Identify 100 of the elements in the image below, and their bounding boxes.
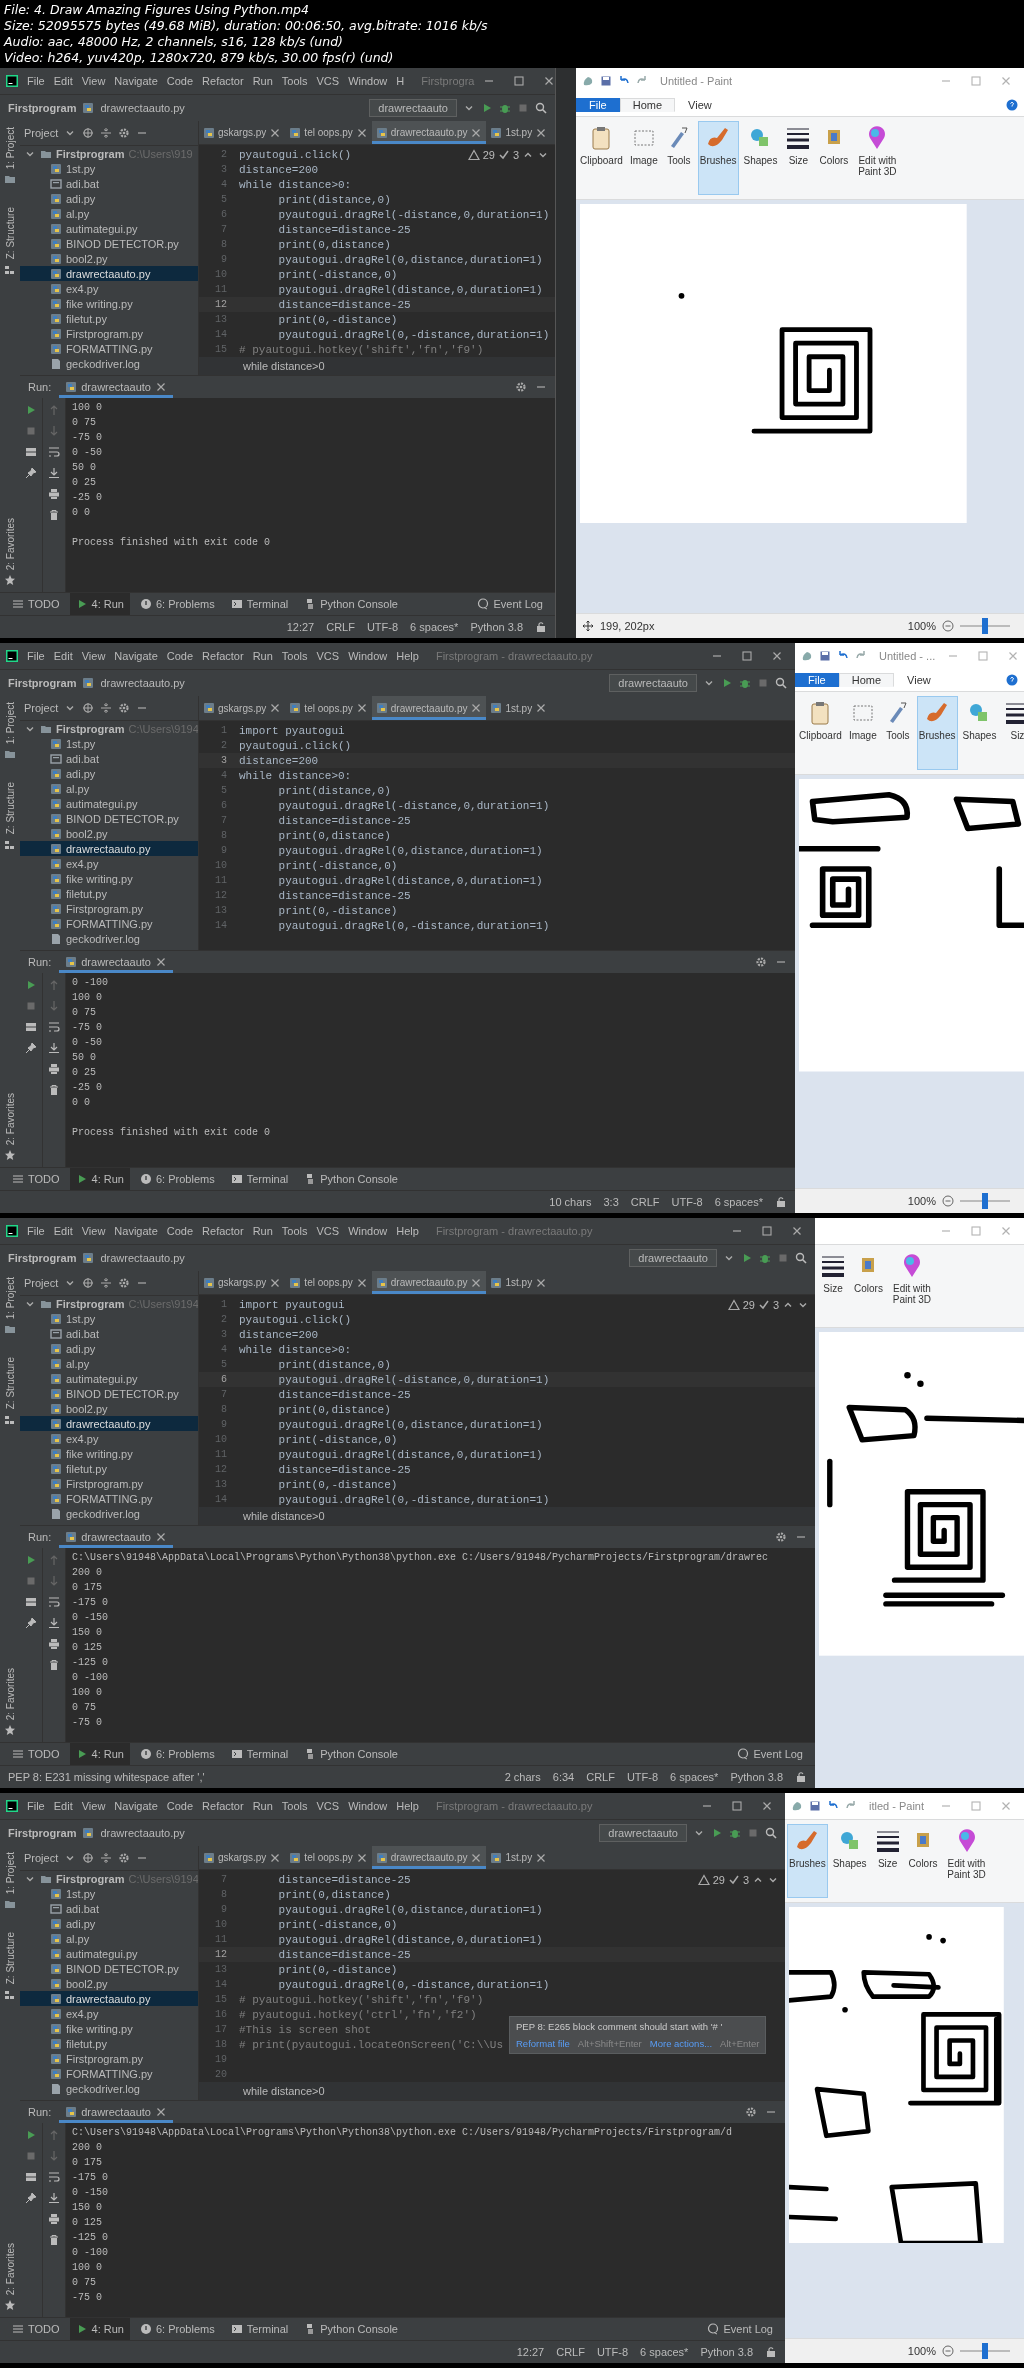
menu-item[interactable]: H: [396, 75, 405, 87]
project-tree-entry[interactable]: ex4.py: [20, 856, 198, 871]
status-item[interactable]: CRLF: [630, 1196, 660, 1208]
project-tree-entry[interactable]: adi.bat: [20, 1901, 198, 1916]
ribbon-tab[interactable]: File: [576, 98, 620, 112]
project-tree-entry[interactable]: drawrectaauto.py: [20, 841, 198, 856]
maximize-icon[interactable]: [513, 75, 526, 87]
project-tree-entry[interactable]: FORMATTING.py: [20, 2066, 198, 2081]
project-tree-entry[interactable]: ex4.py: [20, 281, 198, 296]
project-tree-entry[interactable]: fike writing.py: [20, 296, 198, 311]
tool-window-tab[interactable]: 4: Run: [69, 593, 130, 615]
status-item[interactable]: 6 spaces*: [714, 1196, 763, 1208]
crosshair-icon[interactable]: [82, 1852, 95, 1864]
menu-item[interactable]: Edit: [53, 1800, 73, 1812]
save-icon[interactable]: [819, 650, 831, 662]
run-configuration-dropdown[interactable]: drawrectaauto: [609, 674, 697, 692]
project-tree-entry[interactable]: BINOD DETECTOR.py: [20, 1961, 198, 1976]
close-icon[interactable]: [1000, 1225, 1012, 1237]
tool-window-tab[interactable]: TODO: [6, 593, 66, 615]
project-tree-entry[interactable]: filetut.py: [20, 2036, 198, 2051]
favorites-tool-button[interactable]: 2: Favorites: [4, 1667, 16, 1720]
menu-item[interactable]: Edit: [53, 1225, 73, 1237]
breadcrumb-item[interactable]: Firstprogram: [8, 677, 77, 689]
editor-tab[interactable]: 1st.py: [486, 1846, 552, 1870]
editor-tab[interactable]: tel oops.py: [285, 1846, 372, 1870]
scroll-end-icon[interactable]: [48, 1617, 60, 1629]
menu-item[interactable]: Window: [348, 650, 388, 662]
project-tree-entry[interactable]: al.py: [20, 1356, 198, 1371]
folder-icon[interactable]: [4, 173, 16, 186]
star-icon[interactable]: [4, 2299, 16, 2311]
settings-icon[interactable]: [118, 1852, 131, 1864]
ribbon-button[interactable]: Shapes: [960, 696, 999, 770]
settings-icon[interactable]: [755, 956, 767, 968]
menu-item[interactable]: Refactor: [202, 1225, 244, 1237]
wrap-icon[interactable]: [48, 446, 60, 458]
menu-item[interactable]: Help: [396, 650, 419, 662]
close-icon[interactable]: [269, 126, 282, 139]
editor-tab[interactable]: drawrectaauto.py: [371, 121, 487, 145]
pin-icon[interactable]: [25, 1042, 37, 1054]
close-icon[interactable]: [771, 650, 783, 662]
play-icon[interactable]: [481, 102, 493, 114]
project-tree-entry[interactable]: adi.bat: [20, 176, 198, 191]
menu-item[interactable]: Window: [348, 1225, 388, 1237]
ribbon-button[interactable]: Shapes: [741, 121, 780, 195]
project-tree-entry[interactable]: al.py: [20, 206, 198, 221]
zoom-slider-thumb[interactable]: [982, 618, 988, 634]
close-icon[interactable]: [154, 381, 167, 393]
code-context-breadcrumb[interactable]: while distance>0: [243, 360, 325, 373]
menu-item[interactable]: Navigate: [114, 75, 158, 87]
warning-icon[interactable]: [697, 1874, 710, 1887]
star-icon[interactable]: [4, 1724, 16, 1736]
close-icon[interactable]: [1007, 650, 1020, 662]
search-icon[interactable]: [775, 677, 787, 689]
tool-window-tab[interactable]: 4: Run: [69, 2318, 130, 2340]
warning-count[interactable]: 29: [742, 1299, 755, 1312]
structure-icon[interactable]: [4, 1413, 16, 1426]
tool-window-tab[interactable]: 6: Problems: [134, 1168, 221, 1190]
project-tree-entry[interactable]: adi.py: [20, 191, 198, 206]
favorites-tool-button[interactable]: 2: Favorites: [4, 1092, 16, 1145]
menu-item[interactable]: View: [81, 75, 106, 87]
search-icon[interactable]: [535, 102, 547, 114]
tool-window-tab[interactable]: Python Console: [298, 2318, 404, 2340]
editor-tab[interactable]: tel oops.py: [285, 696, 372, 720]
close-icon[interactable]: [470, 1851, 483, 1864]
settings-icon[interactable]: [775, 1531, 787, 1543]
help-icon[interactable]: [1006, 674, 1018, 686]
status-item[interactable]: CRLF: [326, 621, 355, 633]
close-icon[interactable]: [791, 1225, 803, 1237]
code-context-breadcrumb[interactable]: while distance>0: [243, 2085, 325, 2098]
scroll-end-icon[interactable]: [48, 2192, 60, 2204]
ribbon-button[interactable]: Edit with Paint 3D: [942, 1824, 991, 1898]
print-icon[interactable]: [48, 488, 60, 500]
breadcrumb-item[interactable]: Firstprogram: [8, 102, 77, 114]
close-icon[interactable]: [761, 1800, 773, 1812]
status-item[interactable]: 6 spaces*: [410, 621, 459, 633]
play-icon[interactable]: [741, 1252, 753, 1264]
status-item[interactable]: 6 spaces*: [640, 2346, 689, 2358]
project-view-dropdown[interactable]: Project: [24, 1852, 59, 1864]
breadcrumb-item[interactable]: drawrectaauto.py: [100, 677, 185, 689]
ribbon-button[interactable]: Clipboard: [797, 696, 844, 770]
project-tree-entry[interactable]: adi.bat: [20, 751, 198, 766]
menu-item[interactable]: Edit: [53, 75, 73, 87]
tool-window-tab[interactable]: 6: Problems: [134, 593, 221, 615]
project-tree-entry[interactable]: autimategui.py: [20, 1371, 198, 1386]
project-tree-entry[interactable]: filetut.py: [20, 311, 198, 326]
star-icon[interactable]: [4, 574, 16, 586]
warning-count[interactable]: 29: [482, 149, 495, 162]
close-icon[interactable]: [154, 956, 167, 968]
editor-tab[interactable]: 1st.py: [486, 696, 552, 720]
status-item[interactable]: 12:27: [286, 621, 315, 633]
project-tree-entry[interactable]: geckodriver.log: [20, 2081, 198, 2096]
close-icon[interactable]: [535, 126, 548, 139]
ribbon-button[interactable]: Image: [846, 696, 879, 770]
ribbon-button[interactable]: Edit with Paint 3D: [887, 1249, 936, 1323]
menu-item[interactable]: Code: [166, 75, 194, 87]
project-tree-entry[interactable]: BINOD DETECTOR.py: [20, 811, 198, 826]
collapse-icon[interactable]: [100, 702, 113, 714]
play-icon[interactable]: [25, 979, 37, 991]
star-icon[interactable]: [4, 1149, 16, 1161]
trash-icon[interactable]: [48, 509, 60, 521]
